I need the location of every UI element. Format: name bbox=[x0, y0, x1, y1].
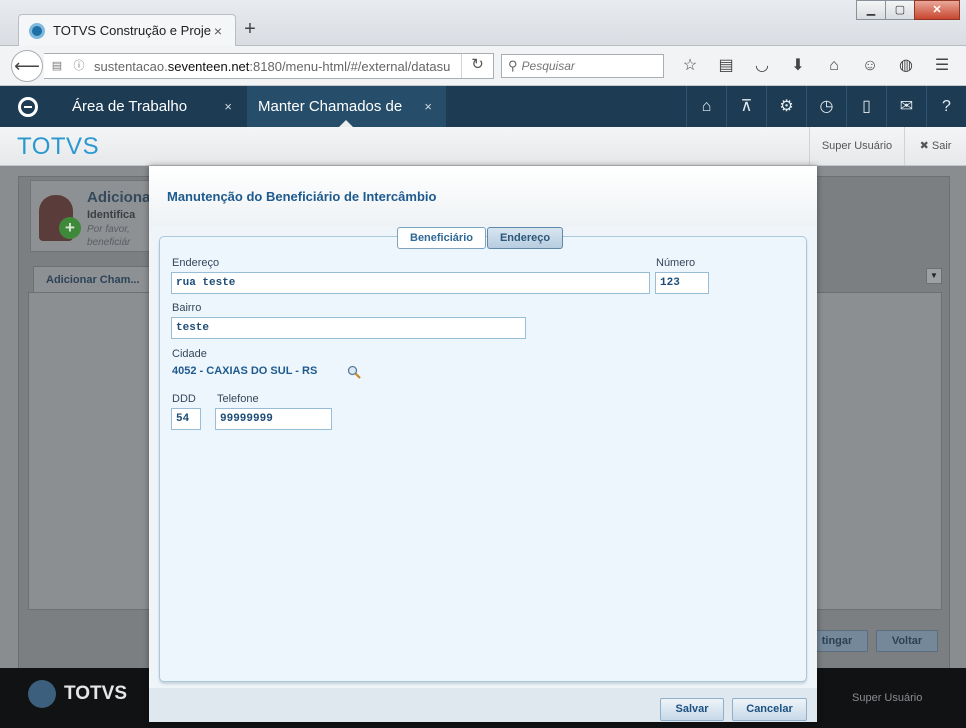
footer-brand: TOTVS bbox=[64, 683, 127, 704]
totvs-logo-icon[interactable] bbox=[0, 86, 55, 127]
page-icon: ▤ bbox=[51, 60, 63, 72]
browser-tab[interactable]: TOTVS Construção e Projet... × bbox=[18, 14, 236, 46]
url-path: :8180/menu-html/#/external/datasu bbox=[249, 58, 451, 74]
close-tab-icon[interactable]: × bbox=[424, 99, 432, 114]
url-text[interactable]: sustentacao.seventeen.net:8180/menu-html… bbox=[94, 59, 454, 74]
info-icon[interactable]: ⓘ bbox=[72, 60, 86, 72]
endereco-label: Endereço bbox=[172, 257, 220, 269]
browser-search-box[interactable]: ⚲ bbox=[501, 54, 664, 78]
info-subtitle: Identifica bbox=[87, 209, 136, 221]
reading-list-icon[interactable]: ▤ bbox=[708, 54, 744, 78]
bookmark-star-icon[interactable]: ☆ bbox=[672, 54, 708, 78]
search-icon: ⚲ bbox=[508, 58, 518, 73]
telefone-label: Telefone bbox=[217, 393, 259, 405]
browser-toolbar-icons: ☆ ▤ ◡ ⬇ ⌂ ☺ ◍ ☰ bbox=[672, 54, 960, 78]
browser-navbar: ⟵ ▤ ⓘ sustentacao.seventeen.net:8180/men… bbox=[0, 46, 966, 86]
globe-icon[interactable]: ◍ bbox=[888, 54, 924, 78]
tab-label: Área de Trabalho bbox=[72, 98, 188, 115]
form-tabs: Beneficiário Endereço bbox=[397, 227, 564, 249]
tab-beneficiario[interactable]: Beneficiário bbox=[397, 227, 486, 249]
endereco-form: Endereço Número Bairro Cidade DDD Telefo… bbox=[159, 236, 807, 682]
info-title: Adiciona bbox=[87, 189, 151, 206]
home-icon[interactable]: ⌂ bbox=[816, 54, 852, 78]
numero-label: Número bbox=[656, 257, 696, 269]
bairro-label: Bairro bbox=[172, 302, 202, 314]
document-icon[interactable]: ▯ bbox=[846, 86, 886, 127]
info-text: Por favor, beneficiár bbox=[87, 223, 130, 249]
numero-field[interactable] bbox=[655, 272, 709, 294]
app-header: Área de Trabalho × Manter Chamados de × … bbox=[0, 86, 966, 127]
telefone-field[interactable] bbox=[215, 408, 332, 430]
cancel-button[interactable]: Cancelar bbox=[732, 698, 807, 721]
back-button[interactable]: ⟵ bbox=[11, 50, 43, 82]
beneficiario-modal: Manutenção do Beneficiário de Intercâmbi… bbox=[149, 166, 817, 722]
close-icon: ✖ bbox=[919, 140, 932, 152]
address-bar[interactable]: ▤ ⓘ sustentacao.seventeen.net:8180/menu-… bbox=[44, 53, 494, 79]
background-info-box: + Adiciona Identifica Por favor, benefic… bbox=[30, 180, 155, 252]
cidade-value: 4052 - CAXIAS DO SUL - RS bbox=[172, 365, 318, 377]
menu-hamburger-icon[interactable]: ☰ bbox=[924, 54, 960, 78]
totvs-favicon-icon bbox=[29, 22, 45, 39]
browser-search-input[interactable] bbox=[521, 59, 652, 73]
endereco-field[interactable] bbox=[171, 272, 650, 294]
chevron-down-icon: ▼ bbox=[926, 268, 942, 284]
bairro-field[interactable] bbox=[171, 317, 526, 339]
add-icon: + bbox=[59, 217, 81, 239]
modal-footer: Salvar Cancelar bbox=[149, 688, 817, 722]
new-tab-button[interactable]: + bbox=[242, 19, 258, 39]
sitemap-icon[interactable]: ⊼ bbox=[726, 86, 766, 127]
ddd-field[interactable] bbox=[171, 408, 201, 430]
tab-endereco[interactable]: Endereço bbox=[486, 227, 564, 249]
close-tab-icon[interactable]: × bbox=[224, 99, 232, 114]
brand-title: TOTVS bbox=[17, 133, 100, 160]
cidade-label: Cidade bbox=[172, 348, 207, 360]
browser-titlebar: TOTVS Construção e Projet... × + ▁ ▢ ✕ bbox=[0, 0, 966, 46]
zoom-search-icon[interactable] bbox=[347, 365, 361, 379]
save-button[interactable]: Salvar bbox=[660, 698, 724, 721]
window-controls: ▁ ▢ ✕ bbox=[856, 0, 960, 20]
modal-title: Manutenção do Beneficiário de Intercâmbi… bbox=[167, 189, 437, 204]
url-prefix: sustentacao. bbox=[94, 58, 168, 74]
footer-logo: TOTVS bbox=[28, 680, 127, 708]
tab-manter-chamados[interactable]: Manter Chamados de × bbox=[247, 86, 446, 127]
info-text-line1: Por favor, bbox=[87, 224, 130, 235]
logout-label: Sair bbox=[931, 140, 952, 152]
clock-icon[interactable]: ◷ bbox=[806, 86, 846, 127]
help-icon[interactable]: ? bbox=[926, 86, 966, 127]
reload-icon[interactable]: ↻ bbox=[461, 54, 493, 78]
url-domain: seventeen.net bbox=[167, 58, 250, 74]
maximize-button[interactable]: ▢ bbox=[885, 0, 915, 20]
close-window-button[interactable]: ✕ bbox=[914, 0, 960, 20]
ddd-label: DDD bbox=[172, 393, 196, 405]
browser-tab-title: TOTVS Construção e Projet... bbox=[53, 23, 211, 38]
gear-icon[interactable]: ⚙ bbox=[766, 86, 806, 127]
user-name[interactable]: Super Usuário bbox=[809, 127, 904, 165]
home-icon[interactable]: ⌂ bbox=[686, 86, 726, 127]
arrow-left-icon: ⟵ bbox=[14, 56, 40, 76]
app-subheader: TOTVS Super Usuário ✖ Sair bbox=[0, 127, 966, 166]
background-tab: Adicionar Cham... bbox=[33, 266, 151, 292]
mail-icon[interactable]: ✉ bbox=[886, 86, 926, 127]
info-text-line2: beneficiár bbox=[87, 237, 131, 248]
minimize-button[interactable]: ▁ bbox=[856, 0, 886, 20]
footer-user: Super Usuário bbox=[852, 692, 923, 704]
totvs-logo-icon bbox=[28, 680, 56, 708]
tab-area-de-trabalho[interactable]: Área de Trabalho × bbox=[56, 86, 246, 127]
header-icon-bar: ⌂ ⊼ ⚙ ◷ ▯ ✉ ? bbox=[686, 86, 966, 127]
hello-chat-icon[interactable]: ☺ bbox=[852, 54, 888, 78]
download-icon[interactable]: ⬇ bbox=[780, 54, 816, 78]
pocket-icon[interactable]: ◡ bbox=[744, 54, 780, 78]
tab-label: Manter Chamados de bbox=[258, 98, 403, 115]
background-back-button: Voltar bbox=[876, 630, 938, 652]
logout-button[interactable]: ✖ Sair bbox=[904, 127, 966, 165]
modal-header: Manutenção do Beneficiário de Intercâmbi… bbox=[149, 166, 817, 226]
close-tab-icon[interactable]: × bbox=[211, 23, 225, 39]
